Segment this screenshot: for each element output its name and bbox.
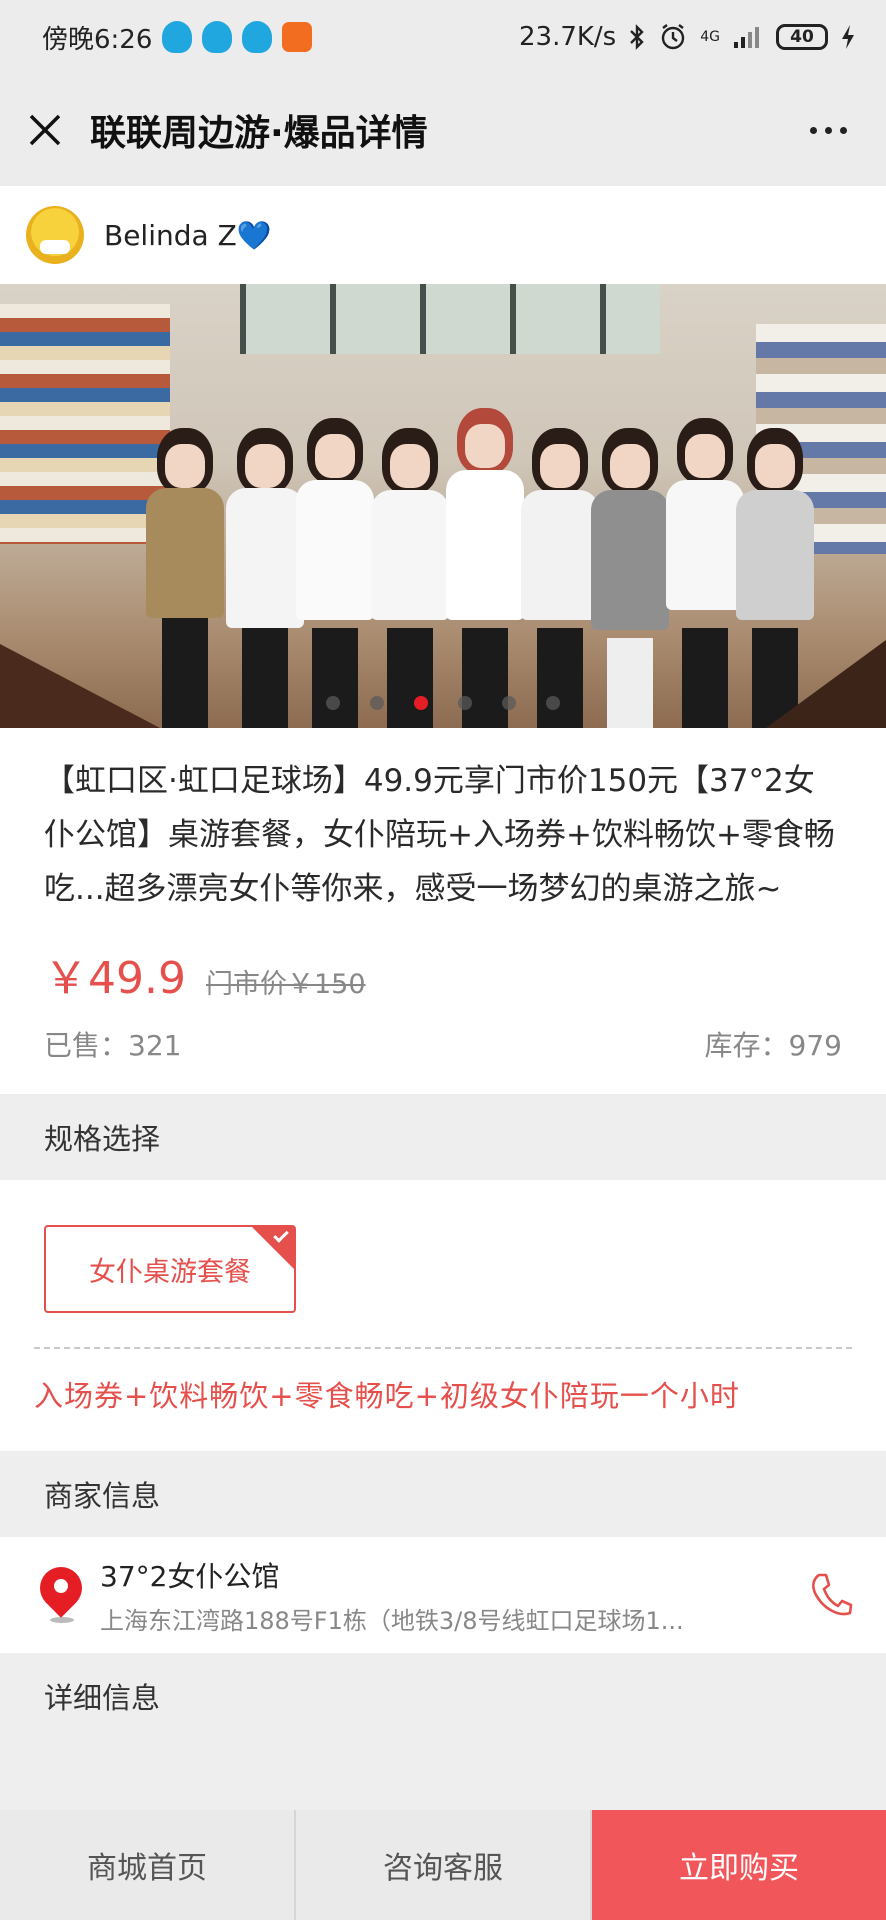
qq-icon <box>242 21 273 53</box>
carousel-dot[interactable] <box>370 696 384 710</box>
customer-service-button[interactable]: 咨询客服 <box>294 1810 590 1920</box>
merchant-name: 37°2女仆公馆 <box>100 1559 280 1593</box>
carousel-dot[interactable] <box>546 696 560 710</box>
current-price: ￥49.9 <box>44 953 186 1004</box>
divider <box>34 1347 852 1349</box>
carousel-indicator <box>0 696 886 710</box>
phone-icon <box>812 1573 853 1616</box>
network-speed: 23.7K/s <box>518 22 617 52</box>
call-button[interactable] <box>776 1537 886 1653</box>
buy-now-button[interactable]: 立即购买 <box>590 1810 886 1920</box>
spec-area: 女仆桌游套餐 入场券+饮料畅饮+零食畅吃+初级女仆陪玩一个小时 <box>0 1180 886 1451</box>
section-header-merchant: 商家信息 <box>0 1451 886 1537</box>
page-title: 联联周边游·爆品详情 <box>90 113 428 154</box>
carousel-dot[interactable] <box>458 696 472 710</box>
spec-description: 入场券+饮料畅饮+零食畅吃+初级女仆陪玩一个小时 <box>34 1379 740 1413</box>
bottom-action-bar: 商城首页 咨询客服 立即购买 <box>0 1810 886 1920</box>
signal-icon <box>734 27 759 48</box>
spec-option-label: 女仆桌游套餐 <box>89 1256 251 1288</box>
carousel-dot-active[interactable] <box>414 696 428 710</box>
product-info: 【虹口区·虹口足球场】49.9元享门市价150元【37°2女仆公馆】桌游套餐，女… <box>0 728 886 1094</box>
status-time: 傍晚6:26 <box>42 24 153 55</box>
title-bar: 联联周边游·爆品详情 <box>0 74 886 186</box>
carousel-dot[interactable] <box>502 696 516 710</box>
charging-icon <box>842 25 854 49</box>
close-button[interactable] <box>0 74 90 186</box>
spec-option-button[interactable]: 女仆桌游套餐 <box>44 1225 296 1313</box>
section-header-spec: 规格选择 <box>0 1094 886 1180</box>
author-row[interactable]: Belinda Z💙 <box>0 186 886 284</box>
stock-count: 库存：979 <box>704 1029 842 1062</box>
bluetooth-icon <box>630 24 644 50</box>
author-name: Belinda Z💙 <box>104 218 272 252</box>
group-photo <box>120 334 840 728</box>
product-title: 【虹口区·虹口足球场】49.9元享门市价150元【37°2女仆公馆】桌游套餐，女… <box>44 763 835 907</box>
app-icon <box>282 22 313 52</box>
page-content: Belinda Z💙 【虹口区·虹口足球场】49.9元享门市价150元【37°2… <box>0 186 886 1739</box>
merchant-address: 上海东江湾路188号F1栋（地铁3/8号线虹口足球场1... <box>100 1606 684 1635</box>
more-button[interactable] <box>798 108 858 152</box>
status-bar: 傍晚6:26 23.7K/s 4G 40 <box>0 0 886 74</box>
price-row: ￥49.9 门市价￥150 <box>44 942 842 1006</box>
location-pin-icon <box>31 1558 91 1623</box>
product-image-carousel[interactable] <box>0 284 886 728</box>
network-type: 4G <box>700 29 720 45</box>
carousel-dot[interactable] <box>326 696 340 710</box>
alarm-icon <box>662 24 685 50</box>
more-dots-icon <box>809 126 817 134</box>
market-price: 门市价￥150 <box>205 969 366 1000</box>
sales-stats: 已售：321 库存：979 <box>44 1024 842 1064</box>
battery-level: 40 <box>790 27 814 47</box>
home-button[interactable]: 商城首页 <box>0 1810 294 1920</box>
close-icon <box>29 114 61 146</box>
merchant-row[interactable]: 37°2女仆公馆 上海东江湾路188号F1栋（地铁3/8号线虹口足球场1... <box>0 1537 886 1653</box>
qq-icon <box>162 21 193 53</box>
section-header-details: 详细信息 <box>0 1653 886 1739</box>
avatar[interactable] <box>26 206 84 264</box>
qq-icon <box>202 21 233 53</box>
merchant-text: 37°2女仆公馆 上海东江湾路188号F1栋（地铁3/8号线虹口足球场1... <box>100 1555 776 1636</box>
battery-icon: 40 <box>776 24 828 50</box>
sold-count: 已售：321 <box>44 1029 182 1062</box>
